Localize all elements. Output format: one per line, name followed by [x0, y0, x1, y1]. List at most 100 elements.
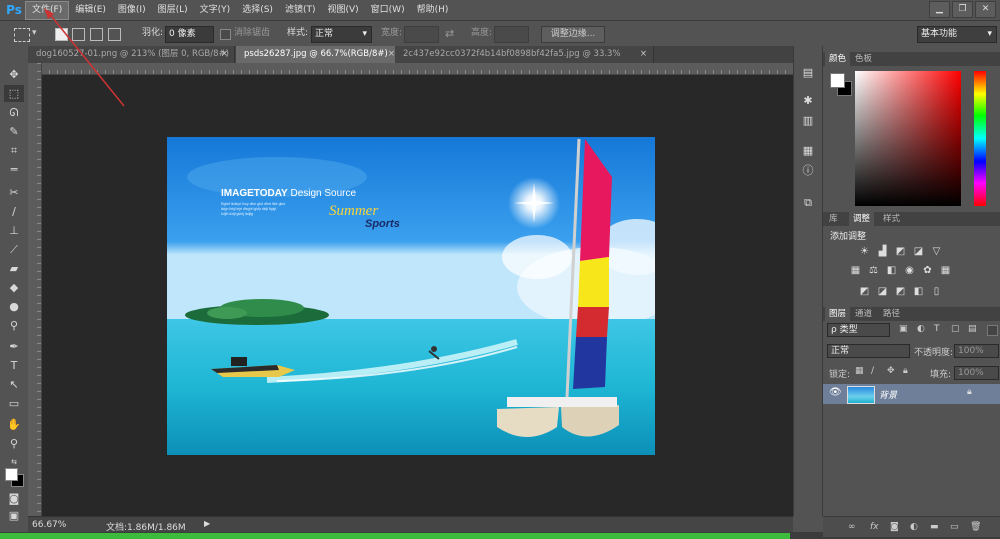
- chevron-down-icon[interactable]: ▾: [32, 26, 37, 41]
- minimize-button[interactable]: ▁: [929, 1, 950, 18]
- color-lookup-icon[interactable]: ▦: [940, 266, 951, 276]
- shape-tool-icon[interactable]: ▭: [4, 395, 24, 412]
- quick-select-tool-icon[interactable]: ✎: [4, 123, 24, 140]
- blur-tool-icon[interactable]: ●: [4, 298, 24, 315]
- style-select[interactable]: 正常 ▾: [311, 26, 372, 43]
- menu-type[interactable]: 文字(Y): [194, 2, 237, 19]
- pen-tool-icon[interactable]: ✒: [4, 338, 24, 355]
- link-layers-icon[interactable]: ∞: [848, 521, 856, 533]
- tab-layers[interactable]: 图层: [825, 307, 851, 321]
- tab-document-2[interactable]: psds26287.jpg @ 66.7%(RGB/8#) ×: [236, 46, 402, 63]
- stamp-tool-icon[interactable]: ⊥: [4, 222, 24, 239]
- color-picker-field[interactable]: [855, 71, 961, 206]
- tab-swatches[interactable]: 色板: [851, 52, 876, 66]
- menu-view[interactable]: 视图(V): [321, 2, 364, 19]
- lock-pixels-icon[interactable]: ∕: [871, 365, 874, 377]
- history-brush-icon[interactable]: ⟋: [4, 241, 24, 258]
- tab-channels[interactable]: 通道: [851, 307, 876, 321]
- exposure-icon[interactable]: ◪: [913, 247, 924, 257]
- quick-mask-icon[interactable]: ◙: [4, 490, 24, 507]
- close-icon[interactable]: ×: [221, 46, 228, 63]
- zoom-tool-icon[interactable]: ⚲: [4, 435, 24, 452]
- gradient-map-icon[interactable]: ◧: [913, 287, 924, 297]
- eyedropper-tool-icon[interactable]: ═: [4, 161, 24, 178]
- paint-bucket-icon[interactable]: ◆: [4, 279, 24, 296]
- brush-tool-icon[interactable]: ∕: [4, 203, 24, 220]
- type-tool-icon[interactable]: T: [4, 357, 24, 374]
- menu-layer[interactable]: 图层(L): [152, 2, 194, 19]
- layer-row-background[interactable]: 👁︎ 背景 🔒︎: [823, 384, 1000, 404]
- zoom-level[interactable]: 66.67%: [32, 520, 66, 530]
- hue-slider[interactable]: [974, 71, 986, 206]
- add-mask-icon[interactable]: ◙: [890, 521, 899, 533]
- height-input[interactable]: [494, 26, 529, 43]
- dodge-tool-icon[interactable]: ⚲: [4, 317, 24, 334]
- lock-all-icon[interactable]: 🔒︎: [903, 365, 908, 377]
- eraser-tool-icon[interactable]: ▰: [4, 260, 24, 277]
- fx-icon[interactable]: fx: [870, 521, 879, 533]
- info-icon[interactable]: ⓘ: [801, 164, 815, 178]
- layer-filter-select[interactable]: ρ 类型: [827, 323, 890, 337]
- brush-panel-icon[interactable]: ✱: [801, 94, 815, 108]
- vibrance-icon[interactable]: ▽: [931, 247, 942, 257]
- marquee-tool-icon[interactable]: [14, 28, 30, 42]
- tab-library[interactable]: 库: [825, 212, 842, 226]
- histogram-icon[interactable]: ▥: [801, 114, 815, 128]
- workspace-select[interactable]: 基本功能 ▾: [917, 26, 997, 43]
- channel-mixer-icon[interactable]: ✿: [922, 266, 933, 276]
- delete-layer-icon[interactable]: 🗑︎: [970, 521, 981, 533]
- history-icon[interactable]: ▤: [801, 66, 815, 80]
- filter-adjust-icon[interactable]: ◐: [917, 323, 925, 335]
- healing-tool-icon[interactable]: ✂: [4, 184, 24, 201]
- swap-icon[interactable]: ⇄: [445, 26, 454, 41]
- posterize-icon[interactable]: ◪: [877, 287, 888, 297]
- rect-marquee-tool-icon[interactable]: ⬚: [4, 85, 24, 102]
- tab-color[interactable]: 颜色: [825, 52, 851, 66]
- brightness-icon[interactable]: ☀: [859, 247, 870, 257]
- layer-name[interactable]: 背景: [879, 388, 897, 401]
- close-icon[interactable]: ×: [640, 46, 647, 63]
- screen-mode-icon[interactable]: ▣: [4, 507, 24, 524]
- photo-filter-icon[interactable]: ◉: [904, 266, 915, 276]
- crop-tool-icon[interactable]: ⌗: [4, 142, 24, 159]
- tab-document-3[interactable]: 2c437e92cc0372f4b14bf0898bf42fa5.jpg @ 3…: [395, 46, 654, 76]
- lock-position-icon[interactable]: ✥: [887, 365, 895, 377]
- close-icon[interactable]: ×: [388, 46, 395, 63]
- new-adjustment-icon[interactable]: ◐: [910, 521, 918, 533]
- antialias-checkbox[interactable]: [220, 29, 231, 40]
- refine-edge-button[interactable]: 调整边缘...: [541, 26, 605, 43]
- filter-toggle[interactable]: [987, 325, 998, 336]
- invert-icon[interactable]: ◩: [859, 287, 870, 297]
- fill-input[interactable]: 100%: [954, 366, 999, 380]
- width-input[interactable]: [404, 26, 439, 43]
- feather-input[interactable]: 0 像素: [165, 26, 214, 43]
- lock-transparent-icon[interactable]: ▦: [855, 365, 864, 377]
- blend-mode-select[interactable]: 正常: [827, 344, 910, 358]
- filter-shape-icon[interactable]: ▢: [951, 323, 960, 335]
- levels-icon[interactable]: ▟: [877, 247, 888, 257]
- filter-smart-icon[interactable]: ▤: [968, 323, 977, 335]
- tab-paths[interactable]: 路径: [879, 307, 904, 321]
- menu-help[interactable]: 帮助(H): [411, 2, 455, 19]
- move-tool-icon[interactable]: ✥: [4, 66, 24, 83]
- color-balance-icon[interactable]: ⚖: [868, 266, 879, 276]
- threshold-icon[interactable]: ◩: [895, 287, 906, 297]
- path-select-icon[interactable]: ↖: [4, 376, 24, 393]
- opacity-input[interactable]: 100%: [954, 344, 999, 358]
- tab-styles[interactable]: 样式: [879, 212, 904, 226]
- selective-color-icon[interactable]: ▯: [931, 287, 942, 297]
- hue-sat-icon[interactable]: ▦: [850, 266, 861, 276]
- new-layer-icon[interactable]: ▭: [950, 521, 959, 533]
- lasso-tool-icon[interactable]: ᘏ: [4, 104, 24, 121]
- paths-icon[interactable]: ⧉: [801, 196, 815, 210]
- close-button[interactable]: ✕: [975, 1, 996, 18]
- menu-window[interactable]: 窗口(W): [365, 2, 411, 19]
- tab-adjustments[interactable]: 调整: [849, 212, 875, 226]
- foreground-color-swatch[interactable]: [5, 468, 18, 481]
- filter-pixel-icon[interactable]: ▣: [899, 323, 908, 335]
- eye-icon[interactable]: 👁︎: [829, 387, 842, 398]
- restore-button[interactable]: ❐: [952, 1, 973, 18]
- new-group-icon[interactable]: ▬: [930, 521, 939, 533]
- menu-select[interactable]: 选择(S): [236, 2, 279, 19]
- bw-icon[interactable]: ◧: [886, 266, 897, 276]
